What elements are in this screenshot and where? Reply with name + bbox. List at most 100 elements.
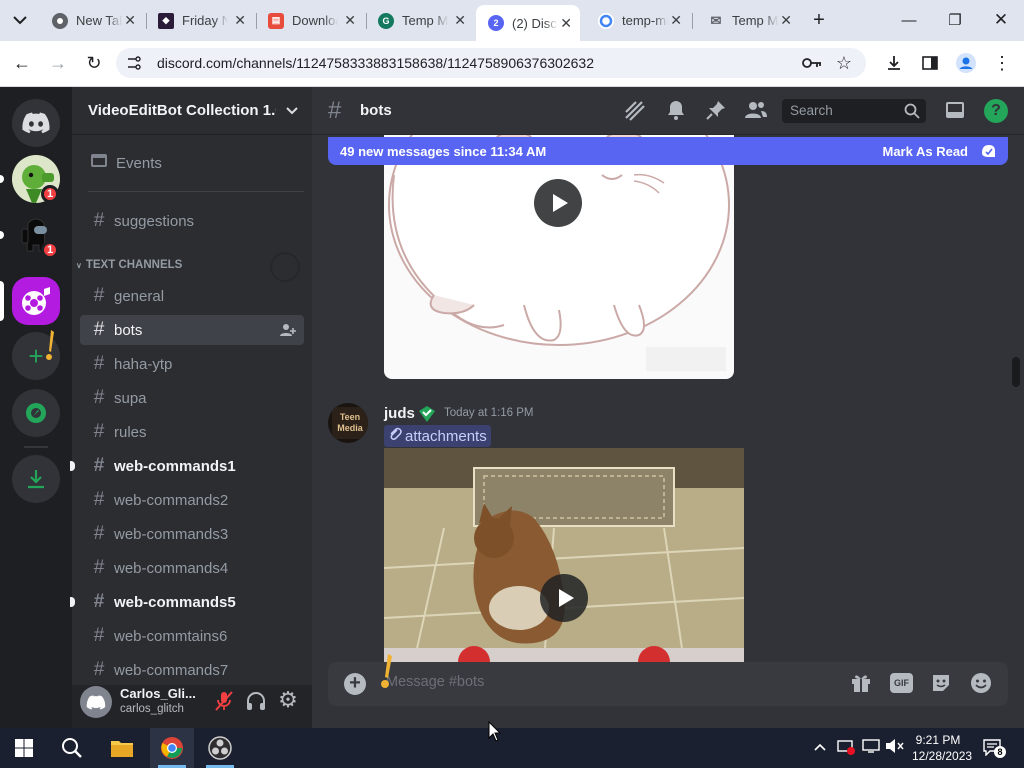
gift-icon[interactable] <box>850 672 874 696</box>
tab-search-icon[interactable] <box>6 6 34 34</box>
obs-taskbar-icon[interactable] <box>198 728 242 768</box>
user-display-name[interactable]: Carlos_Gli... <box>120 686 196 701</box>
side-panel-icon[interactable] <box>916 49 944 77</box>
emoji-icon[interactable] <box>970 672 994 696</box>
back-arrow-icon[interactable]: ← <box>8 49 36 77</box>
browser-tab[interactable]: ▤ Download ✕ <box>256 6 364 35</box>
gif-button[interactable]: GIF <box>890 673 913 693</box>
tab-close-icon[interactable]: ✕ <box>670 6 682 35</box>
volume-muted-icon[interactable] <box>884 738 904 759</box>
tab-close-icon[interactable]: ✕ <box>234 6 246 35</box>
sidebar-item-label: Events <box>116 154 162 172</box>
search-input[interactable]: Search <box>782 99 926 123</box>
server-name: VideoEditBot Collection 1.0 <box>88 102 276 119</box>
mute-microphone-icon[interactable] <box>212 690 236 712</box>
profile-icon[interactable] <box>952 49 980 77</box>
download-icon[interactable] <box>880 49 908 77</box>
browser-tab[interactable]: ◆ Friday Night ✕ <box>146 6 254 35</box>
play-button[interactable] <box>534 179 582 227</box>
invite-member-icon[interactable] <box>280 322 296 342</box>
browser-tab-bar: New Tab ✕ ◆ Friday Night ✕ ▤ Download ✕ … <box>0 0 1024 41</box>
browser-tab[interactable]: New Tab ✕ <box>40 6 144 35</box>
windows-start-icon[interactable] <box>2 728 46 768</box>
tray-display-icon[interactable] <box>862 738 880 759</box>
channel-suggestions[interactable]: # suggestions <box>80 206 304 236</box>
tab-close-icon[interactable]: ✕ <box>780 6 792 35</box>
site-info-icon[interactable] <box>120 49 148 77</box>
forward-arrow-icon[interactable]: → <box>44 49 72 77</box>
avatar[interactable] <box>80 686 112 718</box>
gear-icon[interactable]: ⚙ <box>276 688 300 712</box>
channel-bots[interactable]: # bots <box>80 315 304 345</box>
minimize-icon[interactable]: — <box>886 0 932 40</box>
message-author[interactable]: juds <box>384 405 415 422</box>
chrome-taskbar-icon[interactable] <box>150 728 194 768</box>
tab-close-icon[interactable]: ✕ <box>454 6 466 35</box>
new-tab-icon[interactable]: + <box>805 6 833 34</box>
file-explorer-icon[interactable] <box>100 728 144 768</box>
avatar[interactable]: Teen Media <box>328 403 368 443</box>
url-text[interactable]: discord.com/channels/1124758333883158638… <box>157 55 594 71</box>
threads-icon[interactable] <box>622 98 648 124</box>
browser-menu-icon[interactable]: ⋮ <box>988 49 1016 77</box>
mark-as-read-button[interactable]: Mark As Read <box>883 144 969 159</box>
upload-plus-icon[interactable]: + <box>344 673 366 695</box>
channel-general[interactable]: # general <box>80 281 304 311</box>
pin-icon[interactable] <box>704 98 730 124</box>
tray-chevron-up-icon[interactable] <box>814 740 826 754</box>
tray-network-warning-icon[interactable] <box>836 738 856 761</box>
channel-web-commands4[interactable]: # web-commands4 <box>80 553 304 583</box>
new-messages-bar[interactable]: 49 new messages since 11:34 AM Mark As R… <box>328 137 1008 165</box>
search-icon[interactable] <box>50 728 94 768</box>
channel-web-commtains6[interactable]: # web-commtains6 <box>80 621 304 651</box>
tab-label: (2) Discord <box>512 15 558 31</box>
chrome-favicon-icon <box>52 12 68 29</box>
channel-web-commands3[interactable]: # web-commands3 <box>80 519 304 549</box>
channel-supa[interactable]: # supa <box>80 383 304 413</box>
notification-bell-icon[interactable] <box>664 98 690 124</box>
browser-tab[interactable]: G Temp Mail ✕ <box>366 6 474 35</box>
tab-close-icon[interactable]: ✕ <box>344 6 356 35</box>
explore-compass-icon[interactable] <box>12 389 60 437</box>
member-list-icon[interactable] <box>744 98 770 124</box>
mark-read-icon <box>980 143 996 162</box>
restore-icon[interactable]: ❐ <box>932 0 978 40</box>
reload-icon[interactable]: ↻ <box>80 49 108 77</box>
attachment-label: attachments <box>405 427 487 445</box>
video-attachment[interactable] <box>384 135 734 379</box>
message-input[interactable]: + Message #bots GIF <box>328 662 1008 706</box>
channel-haha-ytp[interactable]: # haha-ytp <box>80 349 304 379</box>
sidebar-item-events[interactable]: Events <box>80 148 304 178</box>
server-header[interactable]: VideoEditBot Collection 1.0 <box>72 87 312 135</box>
tab-close-icon[interactable]: ✕ <box>124 6 136 35</box>
inbox-icon[interactable] <box>944 99 968 123</box>
bookmark-star-icon[interactable]: ☆ <box>830 49 858 77</box>
notifications-icon[interactable]: 8 <box>982 738 1006 758</box>
tab-close-icon[interactable]: ✕ <box>560 5 572 41</box>
close-window-icon[interactable]: ✕ <box>978 0 1024 40</box>
play-button[interactable] <box>540 574 588 622</box>
attachment-mention[interactable]: attachments <box>384 425 491 447</box>
download-apps-icon[interactable] <box>12 455 60 503</box>
paperclip-icon <box>388 427 402 445</box>
browser-tab[interactable]: ✉ Temp Mail ✕ <box>696 6 800 35</box>
channel-web-commands1[interactable]: # web-commands1 <box>80 451 304 481</box>
clock[interactable]: 9:21 PM 12/28/2023 <box>912 732 972 764</box>
sticker-icon[interactable] <box>930 672 954 696</box>
browser-tab[interactable]: temp-mail ✕ <box>586 6 690 35</box>
channel-web-commands7[interactable]: # web-commands7 <box>80 655 304 685</box>
scrollbar-thumb[interactable] <box>1012 357 1020 387</box>
category-text-channels[interactable]: ∨ TEXT CHANNELS <box>76 259 182 271</box>
channel-web-commands2[interactable]: # web-commands2 <box>80 485 304 515</box>
channel-rules[interactable]: # rules <box>80 417 304 447</box>
headphones-icon[interactable] <box>244 690 268 712</box>
discord-home-icon[interactable] <box>12 99 60 147</box>
channel-web-commands5[interactable]: # web-commands5 <box>80 587 304 617</box>
hash-icon: # <box>93 489 105 510</box>
help-icon[interactable]: ? <box>984 99 1008 123</box>
hash-icon: # <box>93 659 105 680</box>
browser-tab-active[interactable]: 2 (2) Discord ✕ <box>476 5 580 41</box>
server-icon-videoeditbot[interactable] <box>12 277 60 325</box>
password-key-icon[interactable] <box>798 49 826 77</box>
video-attachment[interactable] <box>384 448 744 662</box>
